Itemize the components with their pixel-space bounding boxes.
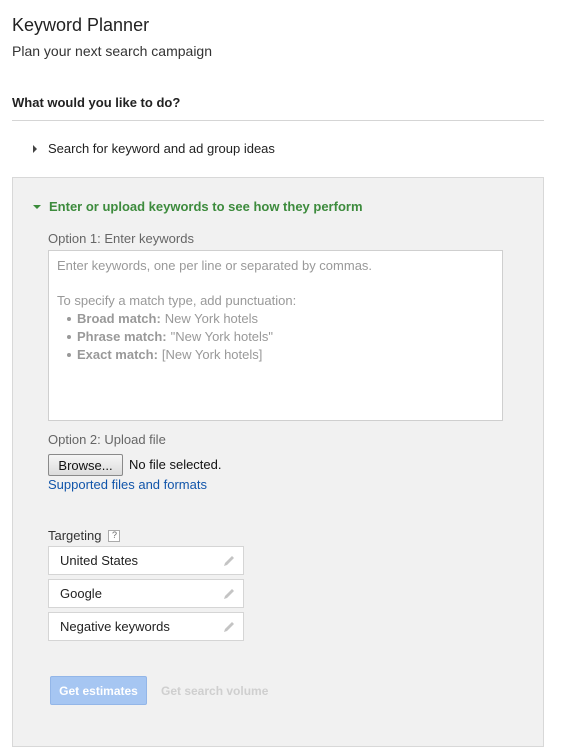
bullet-icon	[67, 353, 71, 357]
divider	[12, 120, 544, 121]
supported-files-link[interactable]: Supported files and formats	[48, 477, 207, 492]
enter-upload-keywords-option[interactable]: Enter or upload keywords to see how they…	[33, 199, 363, 214]
match-type-name: Phrase match:	[77, 329, 167, 344]
targeting-location-label: United States	[60, 553, 139, 568]
triangle-right-icon	[33, 144, 37, 153]
keywords-textarea[interactable]: Enter keywords, one per line or separate…	[48, 250, 503, 421]
targeting-negative-keywords[interactable]: Negative keywords	[48, 612, 244, 641]
option1-label: Option 1: Enter keywords	[48, 231, 194, 246]
bullet-icon	[67, 317, 71, 321]
keywords-placeholder-line1: Enter keywords, one per line or separate…	[57, 258, 373, 273]
match-type-item: Phrase match: "New York hotels"	[67, 328, 494, 346]
file-status: No file selected.	[129, 457, 222, 472]
match-type-name: Exact match:	[77, 347, 158, 362]
pencil-icon	[224, 555, 234, 566]
option2-label: Option 2: Upload file	[48, 432, 166, 447]
match-type-item: Exact match: [New York hotels]	[67, 346, 494, 364]
enter-upload-keywords-label: Enter or upload keywords to see how they…	[49, 199, 363, 214]
targeting-network-label: Google	[60, 586, 102, 601]
pencil-icon	[224, 621, 234, 632]
keywords-placeholder-line2: To specify a match type, add punctuation…	[57, 293, 297, 308]
targeting-negative-keywords-label: Negative keywords	[60, 619, 170, 634]
pencil-icon	[224, 588, 234, 599]
match-type-list: Broad match: New York hotels Phrase match…	[57, 310, 494, 364]
enter-upload-keywords-panel: Enter or upload keywords to see how they…	[12, 177, 544, 747]
match-type-example: New York hotels	[164, 311, 259, 326]
search-keyword-ideas-option[interactable]: Search for keyword and ad group ideas	[33, 141, 275, 156]
bullet-icon	[67, 335, 71, 339]
match-type-name: Broad match:	[77, 311, 161, 326]
page-subtitle: Plan your next search campaign	[12, 43, 212, 59]
targeting-network[interactable]: Google	[48, 579, 244, 608]
targeting-label: Targeting	[48, 528, 102, 543]
match-type-item: Broad match: New York hotels	[67, 310, 494, 328]
targeting-header: Targeting ?	[48, 528, 121, 543]
get-estimates-button[interactable]: Get estimates	[50, 676, 147, 705]
match-type-example: "New York hotels"	[170, 329, 274, 344]
triangle-down-icon	[33, 204, 41, 209]
section-question: What would you like to do?	[12, 95, 181, 110]
page-title: Keyword Planner	[12, 15, 150, 35]
search-keyword-ideas-label: Search for keyword and ad group ideas	[48, 141, 275, 156]
browse-button[interactable]: Browse...	[48, 454, 123, 476]
targeting-location[interactable]: United States	[48, 546, 244, 575]
match-type-example: [New York hotels]	[161, 347, 263, 362]
help-icon[interactable]: ?	[108, 529, 121, 542]
get-search-volume-button[interactable]: Get search volume	[161, 684, 268, 698]
